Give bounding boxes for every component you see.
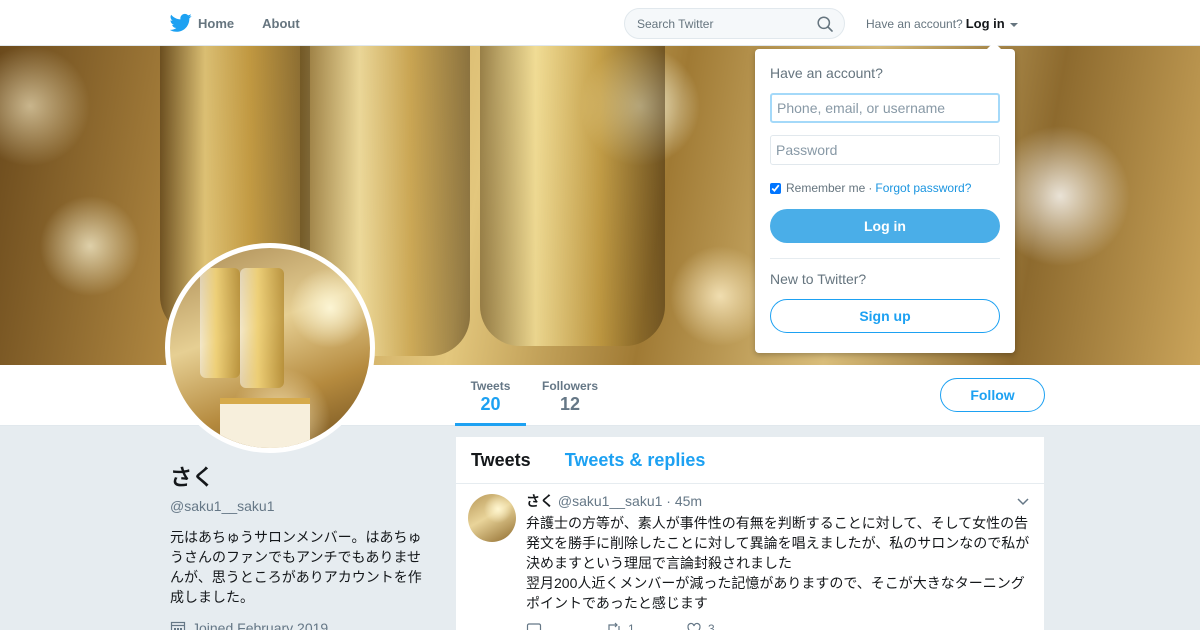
retweet-count: 1: [628, 622, 635, 630]
about-link[interactable]: About: [262, 16, 300, 31]
remember-separator: ·: [868, 181, 873, 195]
like-count: 3: [708, 622, 715, 630]
joined-date: Joined February 2019: [170, 620, 430, 630]
tweet-author-handle[interactable]: @saku1__saku1: [558, 493, 663, 509]
tweets-stat[interactable]: Tweets 20: [455, 365, 526, 426]
tweet-timestamp[interactable]: 45m: [675, 493, 702, 509]
retweet-action[interactable]: 1: [606, 621, 642, 630]
profile-avatar[interactable]: [165, 243, 375, 453]
profile-card: さく @saku1__saku1 元はあちゅうサロンメンバー。はあちゅうさんのフ…: [170, 460, 430, 630]
home-link[interactable]: Home: [198, 16, 234, 31]
remember-row: Remember me · Forgot password?: [770, 181, 1000, 195]
tweet-text: 弁護士の方等が、素人が事件性の有無を判断することに対して、そして女性の告発文を勝…: [526, 515, 1030, 611]
avatar-glass: [200, 268, 240, 378]
password-field[interactable]: [770, 135, 1000, 165]
chevron-down-icon[interactable]: [1017, 498, 1029, 506]
dropdown-divider: [770, 258, 1000, 259]
reply-icon[interactable]: [526, 621, 542, 630]
login-dropdown-toggle[interactable]: Log in: [966, 16, 1019, 31]
avatar-glass: [240, 268, 284, 388]
tweet-actions: 1 3: [526, 621, 1032, 630]
new-to-twitter-text: New to Twitter?: [770, 271, 867, 287]
reply-action[interactable]: [526, 621, 562, 630]
login-prompt: Have an account? Log in: [866, 16, 1019, 31]
forgot-password-link[interactable]: Forgot password?: [875, 181, 971, 195]
tab-tweets[interactable]: Tweets: [471, 450, 531, 471]
followers-stat[interactable]: Followers 12: [535, 365, 605, 426]
followers-stat-label: Followers: [541, 379, 598, 393]
remember-me-checkbox[interactable]: [770, 182, 781, 194]
have-account-text: Have an account?: [866, 17, 963, 31]
remember-me-label[interactable]: Remember me: [786, 181, 865, 195]
banner-glass: [480, 46, 665, 346]
tweets-stat-label: Tweets: [470, 379, 511, 393]
tweet[interactable]: さく @saku1__saku1 · 45m 弁護士の方等が、素人が事件性の有無…: [456, 484, 1044, 630]
nav-left: Home About: [170, 0, 328, 46]
tweet-avatar[interactable]: [468, 494, 516, 542]
search-input[interactable]: [625, 9, 805, 38]
login-button[interactable]: Log in: [770, 209, 1000, 243]
retweet-icon[interactable]: [606, 621, 622, 630]
top-navigation: Home About Have an account?Log in: [0, 0, 1200, 46]
search-box: [624, 8, 845, 39]
search-icon[interactable]: [817, 16, 833, 32]
login-dropdown-title: Have an account?: [770, 65, 883, 81]
calendar-icon: [170, 621, 186, 630]
joined-text: Joined February 2019: [192, 620, 329, 630]
login-dropdown: Have an account? Remember me · Forgot pa…: [755, 42, 1015, 353]
like-action[interactable]: 3: [686, 621, 722, 630]
tab-tweets-and-replies[interactable]: Tweets & replies: [565, 450, 706, 471]
tweet-separator: ·: [666, 493, 671, 509]
caret-down-icon[interactable]: [1010, 22, 1019, 27]
profile-name[interactable]: さく: [170, 460, 430, 492]
signup-button[interactable]: Sign up: [770, 299, 1000, 333]
profile-handle[interactable]: @saku1__saku1: [170, 498, 430, 514]
tweet-header: さく @saku1__saku1 · 45m: [526, 492, 1032, 510]
avatar-gift: [220, 398, 310, 448]
tweet-author-name[interactable]: さく: [526, 493, 554, 509]
username-field[interactable]: [770, 93, 1000, 123]
tweets-stat-value: 20: [480, 394, 501, 414]
twitter-bird-icon[interactable]: [170, 13, 192, 33]
follow-button[interactable]: Follow: [940, 378, 1045, 412]
timeline-tabs: Tweets Tweets & replies: [456, 437, 1044, 484]
profile-bio: 元はあちゅうサロンメンバー。はあちゅうさんのファンでもアンチでもありませんが、思…: [170, 529, 422, 605]
login-link-label[interactable]: Log in: [966, 16, 1005, 31]
dropdown-arrow: [987, 42, 1001, 49]
heart-icon[interactable]: [686, 621, 702, 630]
followers-stat-value: 12: [559, 394, 581, 414]
timeline: Tweets Tweets & replies さく @saku1__saku1…: [456, 437, 1044, 630]
